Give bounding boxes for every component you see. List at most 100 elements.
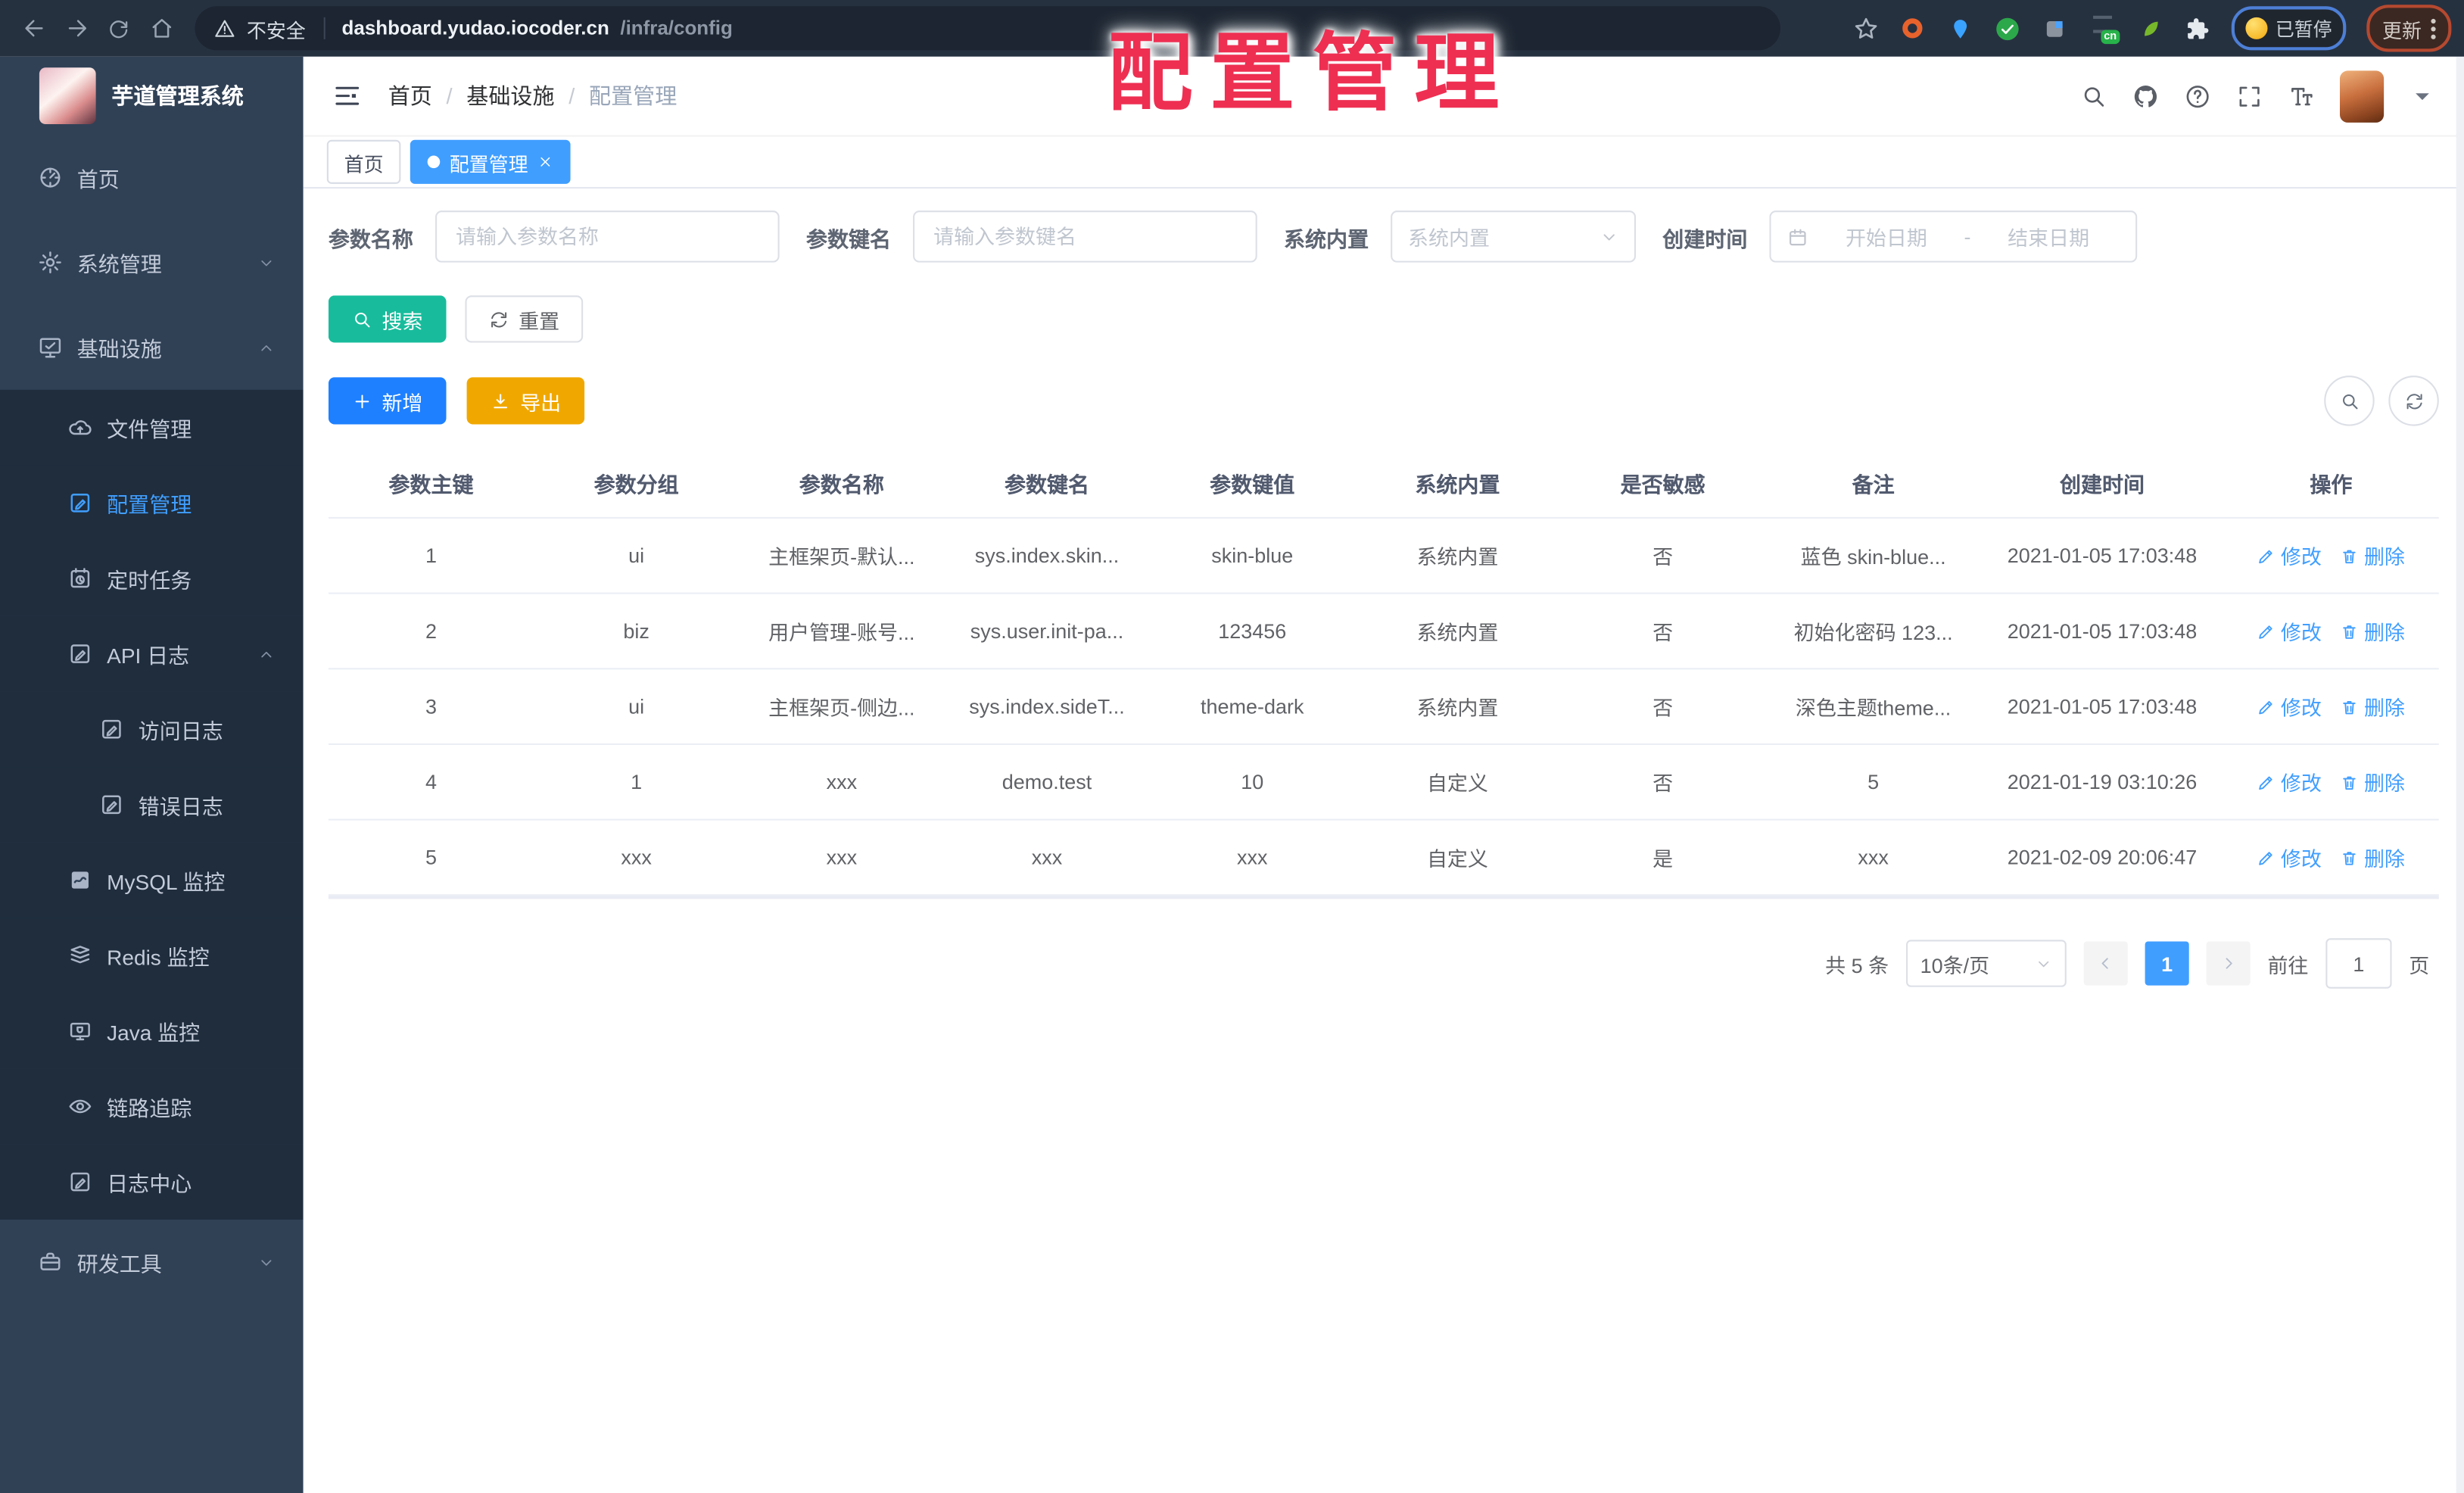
sidebar-item[interactable]: Redis 监控 — [0, 918, 304, 993]
address-bar[interactable]: 不安全 dashboard.yudao.iocoder.cn/infra/con… — [195, 6, 1780, 51]
search-icon[interactable] — [2080, 83, 2107, 109]
delete-link-label: 删除 — [2363, 545, 2405, 569]
breadcrumb-home[interactable]: 首页 — [388, 80, 432, 112]
refresh-table-button[interactable] — [2388, 376, 2439, 426]
sidebar-item[interactable]: 日志中心 — [0, 1144, 304, 1220]
collapse-sidebar-icon[interactable] — [332, 80, 363, 112]
redis-icon — [67, 943, 92, 968]
table-cell: 系统内置 — [1416, 545, 1499, 569]
bookmark-star-icon[interactable] — [1852, 15, 1879, 42]
delete-link[interactable]: 删除 — [2341, 843, 2405, 872]
edit-link[interactable]: 修改 — [2257, 616, 2322, 646]
sidebar-item-label: 定时任务 — [107, 569, 192, 593]
toggle-search-button[interactable] — [2324, 376, 2375, 426]
sidebar-item[interactable]: 链路追踪 — [0, 1068, 304, 1145]
edit-link-label: 修改 — [2280, 545, 2322, 569]
browser-reload-button[interactable] — [98, 7, 140, 49]
sidebar-item[interactable]: 文件管理 — [0, 389, 304, 466]
table-cell: xxx — [1858, 845, 1889, 869]
tab-close-icon[interactable] — [537, 154, 553, 170]
table-cell: 2021-01-05 17:03:48 — [2007, 619, 2198, 644]
cloud-icon — [67, 415, 92, 440]
pencil-icon — [2257, 697, 2276, 716]
sidebar-logo-row[interactable]: 芋道管理系统 — [0, 57, 304, 136]
sidebar-item[interactable]: MySQL 监控 — [0, 842, 304, 918]
tab-config[interactable]: 配置管理 — [410, 139, 571, 184]
user-avatar[interactable] — [2340, 70, 2385, 122]
breadcrumb-separator: / — [446, 83, 453, 109]
page-unit-label: 页 — [2409, 953, 2430, 977]
font-size-icon[interactable] — [2288, 83, 2314, 109]
help-icon[interactable] — [2184, 83, 2210, 109]
column-header: 参数键值 — [1210, 472, 1295, 496]
table-cell: 2021-01-05 17:03:48 — [2007, 694, 2198, 718]
sidebar-item-label: 错误日志 — [138, 795, 223, 819]
browser-update-button[interactable]: 更新 — [2366, 5, 2452, 52]
edit-link[interactable]: 修改 — [2257, 767, 2322, 796]
browser-forward-button[interactable] — [55, 7, 98, 49]
table-cell: demo.test — [1001, 770, 1092, 794]
avatar-caret-down-icon[interactable] — [2409, 83, 2435, 109]
sidebar-item[interactable]: 基础设施 — [0, 305, 304, 390]
edit-link[interactable]: 修改 — [2257, 843, 2322, 872]
profile-paused-chip[interactable]: 已暂停 — [2231, 6, 2347, 51]
sidebar-item[interactable]: 访问日志 — [0, 691, 304, 768]
sidebar-item[interactable]: 首页 — [0, 136, 304, 220]
export-button[interactable]: 导出 — [466, 377, 585, 425]
param-name-input[interactable] — [435, 210, 780, 263]
page-size-select[interactable]: 10条/页 — [1905, 940, 2067, 987]
sidebar-item[interactable]: Java 监控 — [0, 993, 304, 1069]
add-button[interactable]: 新增 — [328, 377, 447, 425]
sidebar-item[interactable]: 配置管理 — [0, 465, 304, 541]
param-key-input[interactable] — [913, 210, 1257, 263]
tab-home[interactable]: 首页 — [326, 139, 401, 184]
extension-cn-icon[interactable]: cn — [2089, 14, 2120, 45]
table-cell: 否 — [1653, 545, 1674, 569]
add-button-label: 新增 — [382, 390, 423, 414]
current-page-button[interactable]: 1 — [2145, 941, 2189, 986]
laughing-emoji-icon — [2245, 17, 2268, 39]
fullscreen-icon[interactable] — [2236, 83, 2263, 109]
github-icon[interactable] — [2132, 83, 2159, 109]
builtin-select[interactable]: 系统内置 — [1391, 210, 1637, 263]
edit-link[interactable]: 修改 — [2257, 541, 2322, 570]
browser-home-button[interactable] — [140, 7, 182, 49]
table-toolbar: 新增 导出 — [328, 376, 2439, 426]
extension-pin-icon[interactable] — [1947, 15, 1973, 42]
edit-link[interactable]: 修改 — [2257, 691, 2322, 721]
sidebar-item[interactable]: 系统管理 — [0, 220, 304, 305]
editsq-icon — [67, 641, 92, 666]
delete-link[interactable]: 删除 — [2341, 541, 2405, 570]
extension-leaf-icon[interactable] — [2137, 15, 2163, 42]
date-range-picker[interactable]: 开始日期 - 结束日期 — [1769, 210, 2138, 263]
extension-check-icon[interactable] — [1994, 15, 2020, 42]
extension-orange-icon[interactable] — [1900, 15, 1927, 42]
sidebar-item[interactable]: 错误日志 — [0, 767, 304, 843]
extensions-puzzle-icon[interactable] — [2184, 15, 2210, 42]
column-header: 是否敏感 — [1620, 472, 1705, 496]
date-separator: - — [1964, 224, 1971, 248]
prev-page-button[interactable] — [2083, 941, 2128, 986]
delete-link[interactable]: 删除 — [2341, 616, 2405, 646]
delete-link[interactable]: 删除 — [2341, 691, 2405, 721]
table-cell: xxx — [1031, 845, 1063, 869]
sidebar-item[interactable]: 研发工具 — [0, 1220, 304, 1304]
sidebar-item[interactable]: API 日志 — [0, 616, 304, 692]
delete-link[interactable]: 删除 — [2341, 767, 2405, 796]
scrollbar[interactable] — [2456, 56, 2464, 1493]
reset-button[interactable]: 重置 — [465, 295, 584, 343]
search-button[interactable]: 搜索 — [328, 295, 447, 343]
sidebar-item[interactable]: 定时任务 — [0, 541, 304, 616]
table-cell: 5 — [1867, 770, 1880, 794]
breadcrumb-infra[interactable]: 基础设施 — [466, 80, 554, 112]
browser-menu-kebab-icon[interactable] — [2431, 17, 2436, 39]
goto-page-input[interactable] — [2325, 938, 2392, 989]
sidebar-item-label: 系统管理 — [76, 253, 162, 277]
browser-back-button[interactable] — [13, 7, 55, 49]
pencil-icon — [2257, 848, 2276, 867]
column-header: 参数主键 — [388, 472, 474, 496]
eye-icon — [67, 1094, 92, 1119]
next-page-button[interactable] — [2206, 941, 2251, 986]
extension-gray-icon[interactable] — [2042, 15, 2068, 42]
builtin-label: 系统内置 — [1284, 226, 1369, 251]
